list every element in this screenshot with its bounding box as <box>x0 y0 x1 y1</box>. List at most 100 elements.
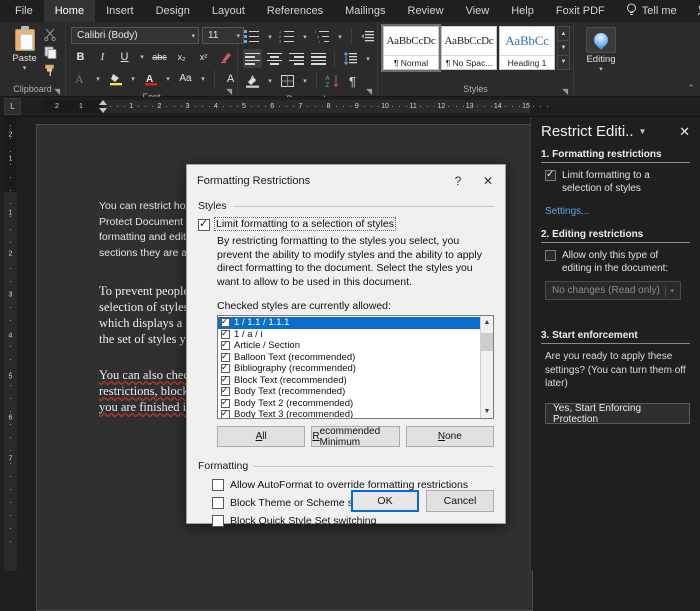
strikethrough-button[interactable]: abc <box>150 47 169 66</box>
style-list-item[interactable]: 1 / 1.1 / 1.1.1 <box>218 317 480 329</box>
styles-dialog-launcher-icon[interactable]: ◥ <box>562 87 571 96</box>
tell-me-button[interactable]: Tell me <box>616 0 687 22</box>
superscript-button[interactable]: x² <box>194 47 213 66</box>
font-name-combo[interactable]: Calibri (Body) ▾ <box>71 27 199 44</box>
paste-button[interactable]: Paste ▾ <box>5 25 44 72</box>
hanging-indent-marker[interactable] <box>99 108 107 113</box>
scrollbar-track[interactable] <box>481 329 493 405</box>
collapse-ribbon-icon[interactable]: ⌃ <box>687 83 695 94</box>
scroll-up-icon[interactable]: ▲ <box>481 316 493 329</box>
shading-caret-icon[interactable]: ▾ <box>265 71 275 90</box>
more-styles-icon[interactable]: ▼ <box>558 56 569 69</box>
style-item-heading-1[interactable]: AaBbCc Heading 1 <box>499 26 555 70</box>
style-list-item[interactable]: Body Text 3 (recommended) <box>218 409 480 418</box>
align-center-icon[interactable] <box>265 49 284 68</box>
style-list-item[interactable]: Balloon Text (recommended) <box>218 352 480 364</box>
style-list-item[interactable]: Article / Section <box>218 340 480 352</box>
start-enforcing-protection-button[interactable]: Yes, Start Enforcing Protection <box>545 403 690 424</box>
numbered-list-icon[interactable]: 123 <box>278 27 297 46</box>
none-styles-button[interactable]: None <box>406 426 494 447</box>
editing-caret-icon[interactable]: ▾ <box>599 66 603 73</box>
decrease-indent-icon[interactable] <box>358 27 377 46</box>
allowed-styles-listbox[interactable]: 1 / 1.1 / 1.1.11 / a / iArticle / Sectio… <box>217 315 494 419</box>
close-icon[interactable]: ✕ <box>473 166 503 195</box>
text-highlight-icon[interactable] <box>106 69 125 88</box>
paste-caret-icon[interactable]: ▾ <box>23 65 27 72</box>
style-list-item[interactable]: Body Text (recommended) <box>218 386 480 398</box>
task-pane-settings-link[interactable]: Settings... <box>541 206 589 217</box>
share-button[interactable]: Share <box>687 0 700 22</box>
editing-button[interactable]: Editing ▾ <box>579 25 623 73</box>
font-color-caret-icon[interactable]: ▾ <box>163 69 173 88</box>
shading-icon[interactable] <box>243 71 262 90</box>
ribbon-tab-help[interactable]: Help <box>500 0 545 22</box>
task-pane-editing-type-select[interactable]: No changes (Read only) ▾ <box>545 281 681 300</box>
vertical-ruler[interactable]: 211234567 <box>4 117 17 571</box>
borders-icon[interactable] <box>278 71 297 90</box>
limit-formatting-checkbox[interactable]: Limit formatting to a selection of style… <box>198 218 494 231</box>
multilevel-caret-icon[interactable]: ▾ <box>335 27 345 46</box>
style-item-normal[interactable]: AaBbCcDc ¶ Normal <box>383 26 439 70</box>
all-styles-button[interactable]: All <box>217 426 305 447</box>
styles-list-scrollbar[interactable]: ▲ ▼ <box>480 316 493 418</box>
ok-button[interactable]: OK <box>351 490 419 512</box>
bullets-caret-icon[interactable]: ▾ <box>265 27 275 46</box>
tab-stop-selector[interactable]: L <box>4 98 21 115</box>
align-left-icon[interactable] <box>243 49 262 68</box>
scissors-icon[interactable] <box>44 28 60 43</box>
change-case-caret-icon[interactable]: ▾ <box>198 69 208 88</box>
bold-button[interactable]: B <box>71 47 90 66</box>
ribbon-tab-foxit-pdf[interactable]: Foxit PDF <box>545 0 616 22</box>
copy-icon[interactable] <box>44 46 60 61</box>
help-question-icon[interactable]: ? <box>443 166 473 195</box>
highlight-caret-icon[interactable]: ▾ <box>128 69 138 88</box>
styles-gallery-scrollbar[interactable]: ▲ ▼ ▼ <box>557 26 570 70</box>
bullet-list-icon[interactable] <box>243 27 262 46</box>
paragraph-marks-icon[interactable]: ¶ <box>345 71 364 90</box>
scroll-up-icon[interactable]: ▲ <box>558 27 569 41</box>
formatting-restrictions-dialog[interactable]: Formatting Restrictions ? ✕ Styles Limit… <box>186 164 506 524</box>
first-line-indent-marker[interactable] <box>99 100 107 105</box>
style-list-item[interactable]: Bibliography (recommended) <box>218 363 480 375</box>
style-list-item[interactable]: 1 / a / i <box>218 329 480 341</box>
close-icon[interactable]: ✕ <box>679 125 690 138</box>
text-effects-icon[interactable]: A <box>71 69 90 88</box>
format-painter-icon[interactable] <box>44 64 60 79</box>
scrollbar-thumb[interactable] <box>481 333 493 351</box>
style-list-item[interactable]: Block Text (recommended) <box>218 375 480 387</box>
subscript-button[interactable]: x₂ <box>172 47 191 66</box>
line-spacing-icon[interactable] <box>341 49 360 68</box>
ribbon-tab-file[interactable]: File <box>4 0 44 22</box>
ribbon-tab-home[interactable]: Home <box>44 0 95 22</box>
align-right-icon[interactable] <box>287 49 306 68</box>
text-effects-caret-icon[interactable]: ▾ <box>93 69 103 88</box>
ribbon-tab-design[interactable]: Design <box>145 0 201 22</box>
numbering-caret-icon[interactable]: ▾ <box>300 27 310 46</box>
task-pane-editing-type-checkbox[interactable]: Allow only this type of editing in the d… <box>541 249 690 275</box>
font-dialog-launcher-icon[interactable]: ◥ <box>226 87 235 96</box>
line-spacing-caret-icon[interactable]: ▾ <box>363 49 373 68</box>
scroll-down-icon[interactable]: ▼ <box>481 405 493 418</box>
ribbon-tab-review[interactable]: Review <box>397 0 455 22</box>
ribbon-tab-mailings[interactable]: Mailings <box>334 0 396 22</box>
style-item-no-spacing[interactable]: AaBbCcDc ¶ No Spac... <box>441 26 497 70</box>
ribbon-tab-references[interactable]: References <box>256 0 334 22</box>
sort-icon[interactable]: AZ <box>323 71 342 90</box>
ribbon-tab-view[interactable]: View <box>455 0 501 22</box>
underline-caret-icon[interactable]: ▾ <box>137 47 147 66</box>
borders-caret-icon[interactable]: ▾ <box>300 71 310 90</box>
scroll-down-icon[interactable]: ▼ <box>558 41 569 55</box>
paragraph-dialog-launcher-icon[interactable]: ◥ <box>366 87 375 96</box>
italic-button[interactable]: I <box>93 47 112 66</box>
task-pane-limit-formatting-checkbox[interactable]: Limit formatting to a selection of style… <box>541 169 690 195</box>
chevron-down-icon[interactable]: ▼ <box>639 127 647 136</box>
change-case-button[interactable]: Aa <box>176 69 195 88</box>
clear-formatting-icon[interactable] <box>216 47 235 66</box>
multilevel-list-icon[interactable]: 1ai <box>313 27 332 46</box>
underline-button[interactable]: U <box>115 47 134 66</box>
ribbon-tab-insert[interactable]: Insert <box>95 0 145 22</box>
style-list-item[interactable]: Body Text 2 (recommended) <box>218 398 480 410</box>
justify-icon[interactable] <box>309 49 328 68</box>
cancel-button[interactable]: Cancel <box>426 490 494 512</box>
ribbon-tab-layout[interactable]: Layout <box>201 0 256 22</box>
